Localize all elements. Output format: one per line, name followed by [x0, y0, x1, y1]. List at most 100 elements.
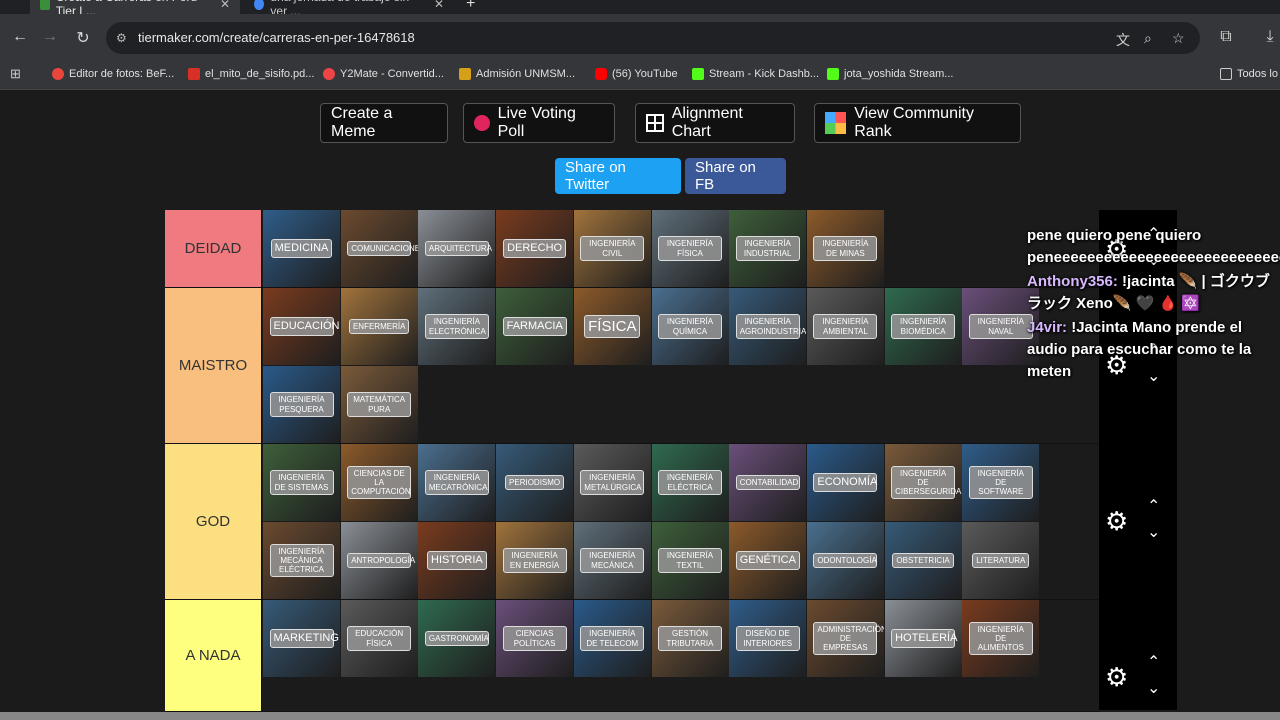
tier-item-card[interactable]: INGENIERÍA ELECTRÓNICA [418, 288, 496, 365]
browser-tab-active[interactable]: Create a Carreras en Perú Tier L... ✕ [30, 0, 240, 14]
download-icon[interactable]: ⤓ [1260, 28, 1280, 46]
translate-icon[interactable]: 文 [1116, 30, 1130, 50]
tier-item-card[interactable]: CONTABILIDAD [729, 444, 807, 521]
tier-item-card[interactable]: LITERATURA [962, 522, 1040, 599]
tier-label[interactable]: GOD [165, 444, 262, 599]
bookmark-item[interactable]: el_mito_de_sisifo.pd... [188, 68, 314, 80]
tier-item-card[interactable]: PERIODISMO [496, 444, 574, 521]
tier-item-card[interactable]: FARMACIA [496, 288, 574, 365]
tier-item-card[interactable]: INGENIERÍA DE MINAS [806, 210, 884, 287]
tier-item-card[interactable]: MEDICINA [263, 210, 340, 287]
bookmarks-bar: ⊞ Editor de fotos: BeF... el_mito_de_sis… [0, 62, 1280, 90]
tier-item-card[interactable]: INGENIERÍA FÍSICA [651, 210, 729, 287]
move-tier-up-icon[interactable]: ⌃ [1147, 496, 1160, 516]
tier-item-label: INGENIERÍA CIVIL [580, 236, 645, 261]
close-tab-icon[interactable]: ✕ [220, 0, 230, 11]
tier-item-card[interactable]: MATEMÁTICA PURA [340, 366, 418, 443]
bookmark-item[interactable]: Todos lo [1220, 68, 1278, 80]
bookmark-item[interactable]: (56) YouTube [595, 68, 678, 80]
tier-item-card[interactable]: ODONTOLOGÍA [806, 522, 884, 599]
tier-item-card[interactable]: INGENIERÍA BIOMÉDICA [884, 288, 962, 365]
tier-item-card[interactable]: FÍSICA [573, 288, 651, 365]
view-community-rank-button[interactable]: View Community Rank [814, 103, 1021, 143]
tier-item-card[interactable]: CIENCIAS POLÍTICAS [496, 600, 574, 677]
tier-item-card[interactable]: INGENIERÍA MECÁNICA [573, 522, 651, 599]
tier-item-card[interactable]: ECONOMÍA [806, 444, 884, 521]
tier-settings-gear-icon[interactable]: ⚙ [1105, 662, 1128, 693]
tier-item-card[interactable]: INGENIERÍA INDUSTRIAL [729, 210, 807, 287]
tier-item-card[interactable]: ENFERMERÍA [340, 288, 418, 365]
tier-item-card[interactable]: INGENIERÍA ELÉCTRICA [651, 444, 729, 521]
bookmark-item[interactable]: Stream - Kick Dashb... [692, 68, 819, 80]
zoom-icon[interactable]: ⌕ [1144, 30, 1152, 47]
chat-message: J4vir: !Jacinta Mano prende el audio par… [1027, 319, 1252, 380]
tier-item-card[interactable]: INGENIERÍA MECÁNICA ELÉCTRICA [263, 522, 340, 599]
tier-label[interactable]: MAISTRO [165, 288, 262, 443]
move-tier-down-icon[interactable]: ⌄ [1147, 678, 1160, 698]
close-tab-icon[interactable]: ✕ [434, 0, 444, 11]
tier-item-label: COMUNICACIONES [347, 240, 418, 257]
back-arrow-icon[interactable]: ← [10, 28, 30, 46]
create-meme-button[interactable]: Create a Meme [320, 103, 448, 143]
tier-item-card[interactable]: INGENIERÍA TEXTIL [651, 522, 729, 599]
tier-item-card[interactable]: OBSTETRICIA [884, 522, 962, 599]
move-tier-up-icon[interactable]: ⌃ [1147, 652, 1160, 672]
tier-item-card[interactable]: GENÉTICA [729, 522, 807, 599]
tier-item-card[interactable]: MARKETING [263, 600, 340, 677]
tier-item-card[interactable]: GASTRONOMÍA [418, 600, 496, 677]
reload-icon[interactable]: ↻ [73, 28, 93, 48]
tier-item-label: FARMACIA [502, 317, 567, 336]
tier-label[interactable]: A NADA [165, 600, 262, 711]
tier-item-card[interactable]: HISTORIA [418, 522, 496, 599]
tier-item-card[interactable]: INGENIERÍA AGROINDUSTRIAL [729, 288, 807, 365]
live-voting-poll-button[interactable]: Live Voting Poll [463, 103, 615, 143]
forward-arrow-icon[interactable]: → [40, 28, 60, 46]
tier-item-card[interactable]: INGENIERÍA DE TELECOM [573, 600, 651, 677]
move-tier-down-icon[interactable]: ⌄ [1147, 522, 1160, 542]
tier-item-card[interactable]: INGENIERÍA PESQUERA [263, 366, 340, 443]
chat-message: Anthony356: !jacinta 🪶 | ゴクウブラック Xeno🪶 🖤… [1027, 273, 1270, 312]
tier-label[interactable]: DEIDAD [165, 210, 262, 287]
tier-item-label: INGENIERÍA NAVAL [968, 314, 1033, 339]
tier-item-card[interactable]: DERECHO [496, 210, 574, 287]
tier-item-card[interactable]: INGENIERÍA CIVIL [573, 210, 651, 287]
tier-item-label: CIENCIAS DE LA COMPUTACIÓN [347, 465, 412, 500]
tier-item-card[interactable]: GESTIÓN TRIBUTARIA [651, 600, 729, 677]
tier-item-label: ARQUITECTURA [424, 240, 492, 257]
bookmark-star-icon[interactable]: ☆ [1172, 30, 1185, 47]
tier-item-card[interactable]: INGENIERÍA METALÚRGICA [573, 444, 651, 521]
alignment-chart-button[interactable]: Alignment Chart [635, 103, 795, 143]
site-info-icon[interactable]: ⚙ [116, 31, 127, 45]
tier-item-card[interactable]: HOTELERÍA [884, 600, 962, 677]
tier-item-label: ENFERMERÍA [348, 318, 410, 335]
bookmark-item[interactable]: jota_yoshida Stream... [827, 68, 953, 80]
browser-tab[interactable]: una jornada de trabajo sin ver ... ✕ [244, 0, 454, 14]
address-bar[interactable]: ⚙ tiermaker.com/create/carreras-en-per-1… [106, 22, 1200, 54]
bookmark-item[interactable]: Editor de fotos: BeF... [52, 68, 174, 80]
tier-item-card[interactable]: DISEÑO DE INTERIORES [729, 600, 807, 677]
tier-item-card[interactable]: ADMINISTRACIÓN DE EMPRESAS [806, 600, 884, 677]
tier-row: MAISTRO EDUCACIÓN ENFERMERÍA INGENIERÍA ELE… [165, 288, 1100, 444]
tier-item-card[interactable]: INGENIERÍA DE SISTEMAS [263, 444, 340, 521]
tier-item-card[interactable]: EDUCACIÓN [263, 288, 340, 365]
new-tab-button[interactable]: + [456, 0, 480, 14]
tier-item-card[interactable]: EDUCACIÓN FÍSICA [340, 600, 418, 677]
share-facebook-button[interactable]: Share on FB [685, 158, 786, 194]
tier-item-card[interactable]: INGENIERÍA AMBIENTAL [806, 288, 884, 365]
share-twitter-button[interactable]: Share on Twitter [555, 158, 681, 194]
tier-item-card[interactable]: INGENIERÍA EN ENERGÍA [496, 522, 574, 599]
tier-item-card[interactable]: COMUNICACIONES [340, 210, 418, 287]
tier-item-card[interactable]: INGENIERÍA DE ALIMENTOS [962, 600, 1040, 677]
tier-item-card[interactable]: INGENIERÍA DE CIBERSEGURIDAD [884, 444, 962, 521]
tier-item-card[interactable]: CIENCIAS DE LA COMPUTACIÓN [340, 444, 418, 521]
tier-item-card[interactable]: INGENIERÍA MECATRÓNICA [418, 444, 496, 521]
tier-item-card[interactable]: INGENIERÍA QUÍMICA [651, 288, 729, 365]
tier-item-card[interactable]: ANTROPOLOGÍA [340, 522, 418, 599]
tier-item-card[interactable]: ARQUITECTURA [418, 210, 496, 287]
tier-item-card[interactable]: INGENIERÍA DE SOFTWARE [962, 444, 1040, 521]
bookmark-item[interactable]: Y2Mate - Convertid... [323, 68, 444, 80]
tier-settings-gear-icon[interactable]: ⚙ [1105, 506, 1128, 537]
apps-grid-icon[interactable]: ⊞ [10, 66, 21, 82]
extensions-icon[interactable]: ⧉ [1216, 28, 1236, 46]
bookmark-item[interactable]: Admisión UNMSM... [459, 68, 575, 80]
